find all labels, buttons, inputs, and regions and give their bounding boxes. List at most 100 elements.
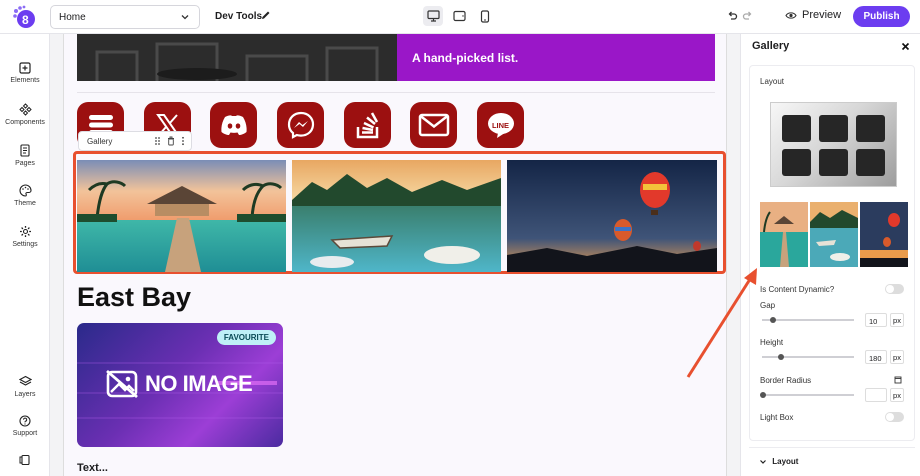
social-icon-mail[interactable] — [410, 102, 457, 148]
social-icon-stackoverflow[interactable] — [344, 102, 391, 148]
mail-icon — [418, 113, 449, 137]
gap-slider-knob[interactable] — [770, 317, 776, 323]
properties-panel: Gallery Layout Is Content Dynamic? Gap 1… — [740, 34, 920, 476]
height-input[interactable]: 180 — [865, 350, 887, 364]
panel-title: Gallery — [752, 40, 790, 52]
more-vertical-icon[interactable] — [181, 136, 185, 146]
preview-label: Preview — [802, 9, 842, 21]
gallery-settings: Layout Is Content Dynamic? Gap 10 px Hei… — [749, 65, 915, 441]
layout-grid-cell — [856, 115, 885, 142]
layers-icon — [18, 375, 32, 386]
redo-icon[interactable] — [742, 10, 753, 21]
no-image-text: NO IMAGE — [145, 371, 253, 396]
border-radius-unit[interactable]: px — [890, 388, 904, 402]
thumbnail-lake-boat[interactable] — [810, 202, 858, 267]
height-slider[interactable] — [762, 354, 854, 360]
chevron-down-icon — [181, 15, 189, 20]
sidebar-item-support[interactable]: Support — [0, 415, 50, 437]
svg-text:8: 8 — [22, 13, 29, 27]
preview-button[interactable]: Preview — [785, 9, 841, 21]
gallery-image-tropical-villa[interactable] — [77, 160, 286, 272]
sidebar-item-theme[interactable]: Theme — [0, 184, 50, 207]
site-name: Dev Tools — [215, 11, 263, 22]
gap-slider[interactable] — [762, 317, 854, 323]
social-icon-messenger[interactable] — [277, 102, 324, 148]
tablet-icon — [452, 10, 466, 22]
border-radius-input[interactable] — [865, 388, 887, 402]
lightbox-toggle[interactable] — [885, 412, 904, 422]
undo-icon[interactable] — [727, 10, 738, 21]
page-canvas: A hand-picked list. LINE Gallery East Ba… — [63, 34, 727, 476]
tablet-view-button[interactable] — [449, 6, 469, 26]
desktop-view-button[interactable] — [423, 6, 443, 26]
pages-icon — [20, 144, 30, 157]
gallery-element[interactable] — [73, 151, 726, 274]
social-icon-discord[interactable] — [210, 102, 257, 148]
sidebar-item-elements[interactable]: Elements — [0, 62, 50, 84]
mobile-view-button[interactable] — [475, 6, 495, 26]
gap-unit[interactable]: px — [890, 313, 904, 327]
gallery-image-lake-boat[interactable] — [292, 160, 501, 272]
border-radius-slider-knob[interactable] — [760, 392, 766, 398]
publish-button[interactable]: Publish — [853, 6, 910, 27]
page-select[interactable]: Home — [50, 5, 200, 29]
gap-input[interactable]: 10 — [865, 313, 887, 327]
height-slider-knob[interactable] — [778, 354, 784, 360]
sidebar-item-pages[interactable]: Pages — [0, 144, 50, 167]
app-logo-icon[interactable]: 8 — [11, 5, 37, 31]
mobile-icon — [480, 9, 490, 23]
gallery-element-label[interactable]: Gallery — [78, 131, 192, 151]
thumbnail-balloons[interactable] — [860, 202, 908, 267]
layout-picker[interactable] — [770, 102, 897, 187]
text-block[interactable]: Text... — [77, 462, 108, 474]
dynamic-content-label: Is Content Dynamic? — [760, 285, 835, 294]
stackoverflow-icon — [356, 112, 378, 139]
gap-label: Gap — [760, 301, 776, 310]
device-icon — [19, 454, 30, 466]
layout-grid-cell — [782, 115, 811, 142]
gallery-image-balloons[interactable] — [507, 160, 717, 272]
layout-section-toggle[interactable]: Layout — [749, 447, 915, 476]
featured-card[interactable]: FAVOURITE NO IMAGE — [77, 323, 283, 447]
layout-grid-cell — [819, 149, 848, 176]
device-switcher — [423, 6, 495, 26]
layout-grid-cell — [819, 115, 848, 142]
hero-banner: A hand-picked list. — [397, 34, 715, 81]
gallery-thumbnails — [760, 202, 908, 267]
gallery-label-text: Gallery — [87, 137, 113, 146]
favourite-badge: FAVOURITE — [216, 330, 276, 345]
top-bar: 8 Home Dev Tools Preview Publish — [0, 0, 920, 34]
section-title: East Bay — [77, 282, 192, 312]
layout-label: Layout — [760, 77, 785, 86]
social-icon-line[interactable]: LINE — [477, 102, 524, 148]
sidebar-item-label: Settings — [12, 241, 38, 248]
sidebar-item-settings[interactable]: Settings — [0, 225, 50, 248]
pencil-icon[interactable] — [261, 10, 271, 20]
thumbnail-tropical-villa[interactable] — [760, 202, 808, 267]
desktop-icon — [426, 10, 440, 22]
border-radius-slider[interactable] — [760, 392, 854, 398]
help-icon — [19, 415, 31, 427]
layout-grid-cell — [856, 149, 885, 176]
height-unit[interactable]: px — [890, 350, 904, 364]
panel-header: Gallery — [741, 34, 920, 58]
eye-icon — [785, 11, 797, 19]
sidebar-item-components[interactable]: Components — [0, 103, 50, 126]
lightbox-label: Light Box — [760, 413, 794, 422]
close-icon[interactable] — [901, 42, 910, 51]
hero-text: A hand-picked list. — [412, 51, 519, 65]
components-icon — [18, 103, 32, 116]
trash-icon[interactable] — [167, 136, 175, 146]
hero-image — [77, 34, 397, 81]
page-select-value: Home — [59, 12, 86, 23]
sidebar-item-device[interactable] — [0, 454, 50, 469]
responsive-icon[interactable] — [894, 376, 902, 384]
border-radius-label: Border Radius — [760, 376, 812, 385]
sidebar-item-label: Elements — [10, 77, 40, 84]
discord-icon — [220, 115, 247, 135]
sidebar-item-layers[interactable]: Layers — [0, 375, 50, 398]
line-icon-label: LINE — [491, 121, 510, 130]
dynamic-content-toggle[interactable] — [885, 284, 904, 294]
drag-handle-icon[interactable] — [154, 136, 161, 146]
plus-square-icon — [19, 62, 31, 74]
